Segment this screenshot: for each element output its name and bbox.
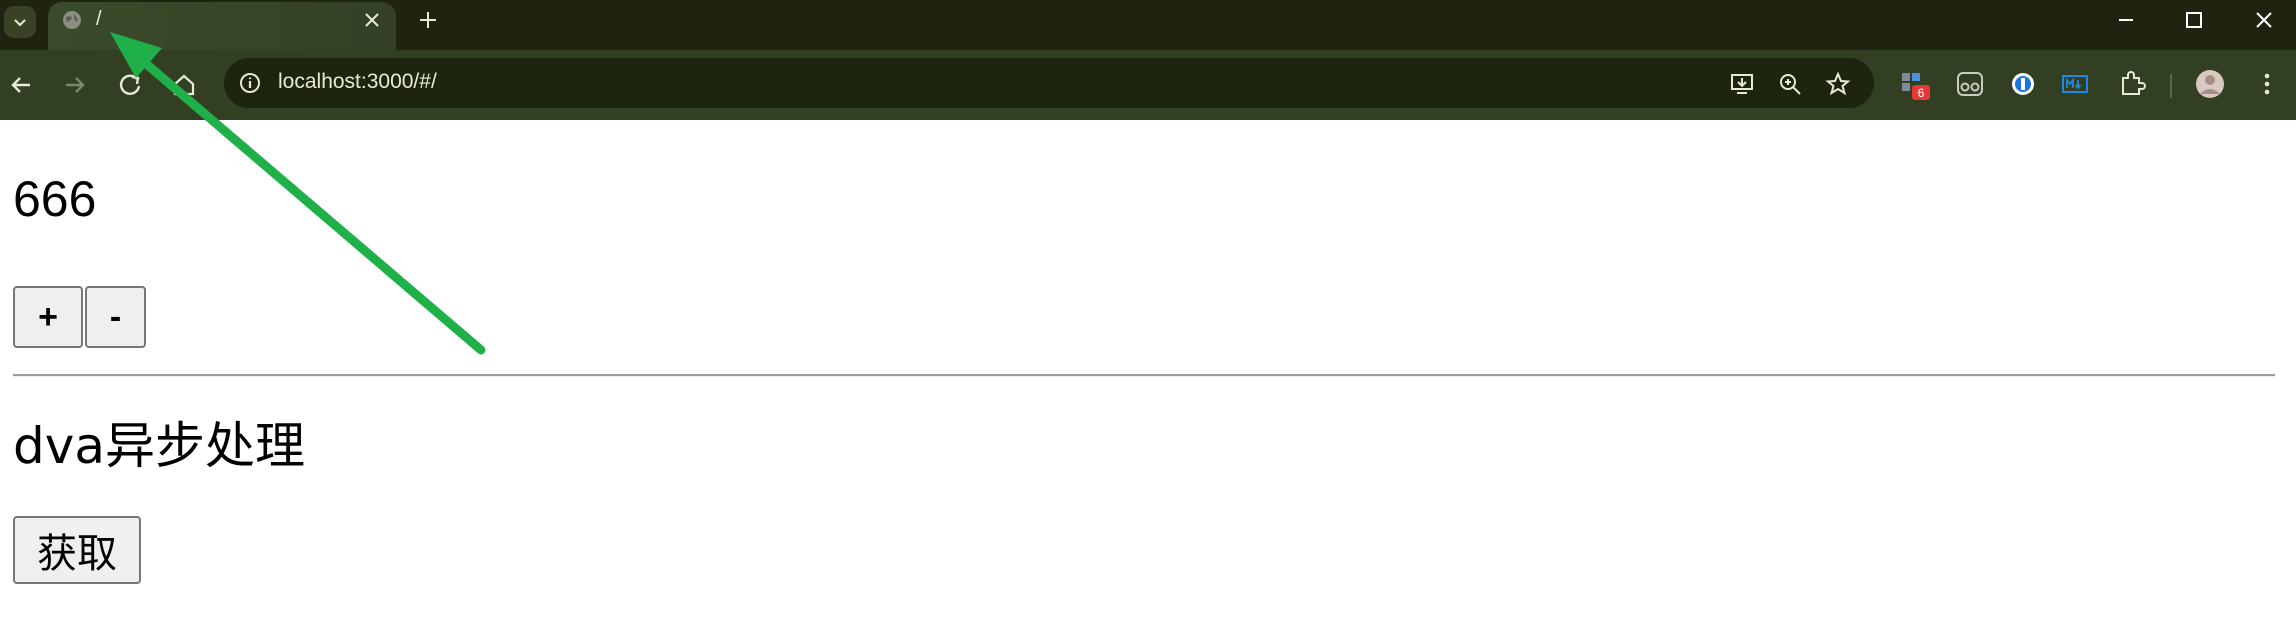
puzzle-extensions-icon[interactable]: [2115, 67, 2149, 101]
decrement-button[interactable]: -: [85, 286, 146, 348]
install-app-icon[interactable]: [1728, 70, 1756, 98]
forward-arrow-icon[interactable]: [56, 67, 92, 103]
markdown-extension-icon[interactable]: [2058, 67, 2092, 101]
fetch-button[interactable]: 获取: [13, 516, 141, 584]
url-text[interactable]: localhost:3000/#/: [278, 70, 437, 94]
close-tab-icon[interactable]: [360, 8, 384, 32]
async-heading: dva异步处理: [13, 417, 305, 475]
back-arrow-icon[interactable]: [4, 67, 40, 103]
maximize-icon[interactable]: [2178, 6, 2210, 34]
tab-search-button[interactable]: [4, 6, 36, 38]
zoom-icon[interactable]: [1776, 70, 1804, 98]
extension-grid-icon: 6: [1902, 73, 1930, 100]
address-bar[interactable]: localhost:3000/#/: [224, 58, 1874, 108]
globe-icon: [63, 11, 81, 29]
toolbar-divider: [2170, 74, 2172, 98]
reload-icon[interactable]: [112, 67, 148, 103]
horizontal-rule: [13, 374, 2275, 377]
site-info-icon[interactable]: [238, 71, 262, 95]
tab-title: /: [96, 8, 102, 30]
password-extension-icon[interactable]: [2006, 67, 2040, 101]
browser-toolbar: localhost:3000/#/ 6: [0, 50, 2296, 120]
close-window-icon[interactable]: [2248, 6, 2280, 34]
avatar[interactable]: [2193, 67, 2227, 101]
tab-strip: /: [0, 0, 2296, 50]
menu-kebab-icon[interactable]: [2250, 67, 2284, 101]
bookmark-star-icon[interactable]: [1824, 70, 1852, 98]
home-icon[interactable]: [166, 67, 202, 103]
extension-badge-count: 6: [1918, 86, 1925, 100]
chevron-down-icon: [14, 19, 26, 27]
counter-value: 666: [13, 171, 97, 227]
active-tab[interactable]: /: [48, 2, 396, 50]
page-content: 666 + - dva异步处理 获取: [0, 120, 2296, 634]
extension-with-badge[interactable]: 6: [1898, 67, 1932, 101]
increment-button[interactable]: +: [13, 286, 83, 348]
minimize-icon[interactable]: [2110, 6, 2142, 34]
incognito-extension-icon[interactable]: [1953, 67, 1987, 101]
new-tab-icon[interactable]: [414, 6, 442, 34]
